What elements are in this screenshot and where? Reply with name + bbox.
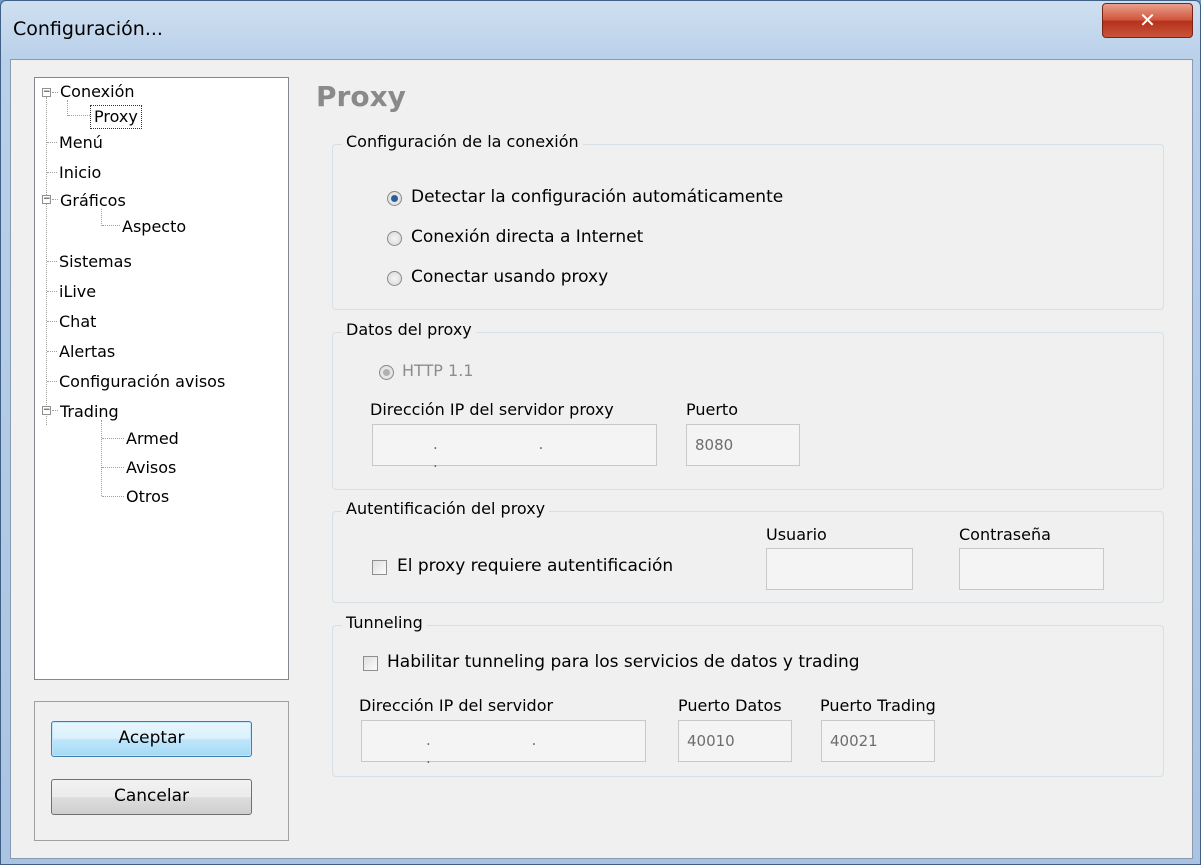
cancel-button[interactable]: Cancelar <box>51 779 252 815</box>
auth-required-label[interactable]: El proxy requiere autentificación <box>397 556 673 576</box>
page-title: Proxy <box>316 80 406 113</box>
proxy-auth-group-label: Autentificación del proxy <box>342 499 550 518</box>
tunneling-checkbox-label[interactable]: Habilitar tunneling para los servicios d… <box>387 652 860 672</box>
radio-use-proxy[interactable] <box>387 271 402 286</box>
tree-item-avisos[interactable]: Avisos <box>126 457 176 479</box>
tree-item-armed[interactable]: Armed <box>126 428 179 450</box>
dialog-client-area: − Conexión Proxy Menú Inicio − Gráficos … <box>10 59 1193 859</box>
tree-item-alertas[interactable]: Alertas <box>59 341 115 363</box>
tree-item-ilive[interactable]: iLive <box>59 281 96 303</box>
radio-direct-label[interactable]: Conexión directa a Internet <box>411 227 643 247</box>
user-label: Usuario <box>766 525 827 544</box>
collapse-icon[interactable]: − <box>42 406 51 415</box>
tree-item-proxy[interactable]: Proxy <box>90 105 142 129</box>
radio-use-proxy-label[interactable]: Conectar usando proxy <box>411 267 608 287</box>
trading-port-label: Puerto Trading <box>820 696 936 715</box>
proxy-port-label: Puerto <box>686 400 738 419</box>
radio-auto-detect[interactable] <box>387 191 402 206</box>
close-icon: ✕ <box>1139 8 1156 32</box>
radio-http[interactable] <box>379 365 394 380</box>
proxy-data-group-label: Datos del proxy <box>342 320 476 339</box>
collapse-icon[interactable]: − <box>42 88 51 97</box>
radio-direct[interactable] <box>387 231 402 246</box>
collapse-icon[interactable]: − <box>42 195 51 204</box>
tunnel-ip-label: Dirección IP del servidor <box>359 696 554 715</box>
tree-item-chat[interactable]: Chat <box>59 311 96 333</box>
settings-window: Configuración... ✕ − Conexión Proxy Menú… <box>0 0 1201 865</box>
proxy-ip-label: Dirección IP del servidor proxy <box>370 400 614 419</box>
settings-tree[interactable]: − Conexión Proxy Menú Inicio − Gráficos … <box>34 77 289 680</box>
tree-item-otros[interactable]: Otros <box>126 486 169 508</box>
data-port-label: Puerto Datos <box>678 696 782 715</box>
password-field[interactable] <box>959 548 1104 590</box>
proxy-port-field[interactable]: 8080 <box>686 424 800 466</box>
tree-item-trading[interactable]: Trading <box>60 401 119 423</box>
accept-button[interactable]: Aceptar <box>51 721 252 757</box>
tree-item-conexion[interactable]: Conexión <box>60 81 135 103</box>
tunneling-group-label: Tunneling <box>342 613 427 632</box>
tree-item-sistemas[interactable]: Sistemas <box>59 251 132 273</box>
trading-port-field[interactable]: 40021 <box>821 720 935 762</box>
close-button[interactable]: ✕ <box>1102 3 1193 38</box>
window-title: Configuración... <box>13 18 163 40</box>
tree-item-graficos[interactable]: Gráficos <box>60 190 126 212</box>
proxy-ip-field[interactable]: . . . <box>372 424 657 471</box>
tree-item-configuracion-avisos[interactable]: Configuración avisos <box>59 371 225 393</box>
tree-item-inicio[interactable]: Inicio <box>59 162 101 184</box>
user-field[interactable] <box>766 548 913 590</box>
radio-auto-detect-label[interactable]: Detectar la configuración automáticament… <box>411 187 783 207</box>
password-label: Contraseña <box>959 525 1051 544</box>
tunneling-checkbox[interactable] <box>363 656 378 671</box>
connection-group-label: Configuración de la conexión <box>342 132 583 151</box>
tree-item-aspecto[interactable]: Aspecto <box>122 216 186 238</box>
auth-required-checkbox[interactable] <box>372 560 387 575</box>
tree-item-menu[interactable]: Menú <box>59 132 103 154</box>
radio-http-label[interactable]: HTTP 1.1 <box>402 361 473 380</box>
title-bar[interactable]: Configuración... ✕ <box>1 1 1200 59</box>
action-buttons-frame: Aceptar Cancelar <box>34 701 289 841</box>
tunnel-ip-field[interactable]: . . . <box>361 720 646 767</box>
data-port-field[interactable]: 40010 <box>678 720 792 762</box>
